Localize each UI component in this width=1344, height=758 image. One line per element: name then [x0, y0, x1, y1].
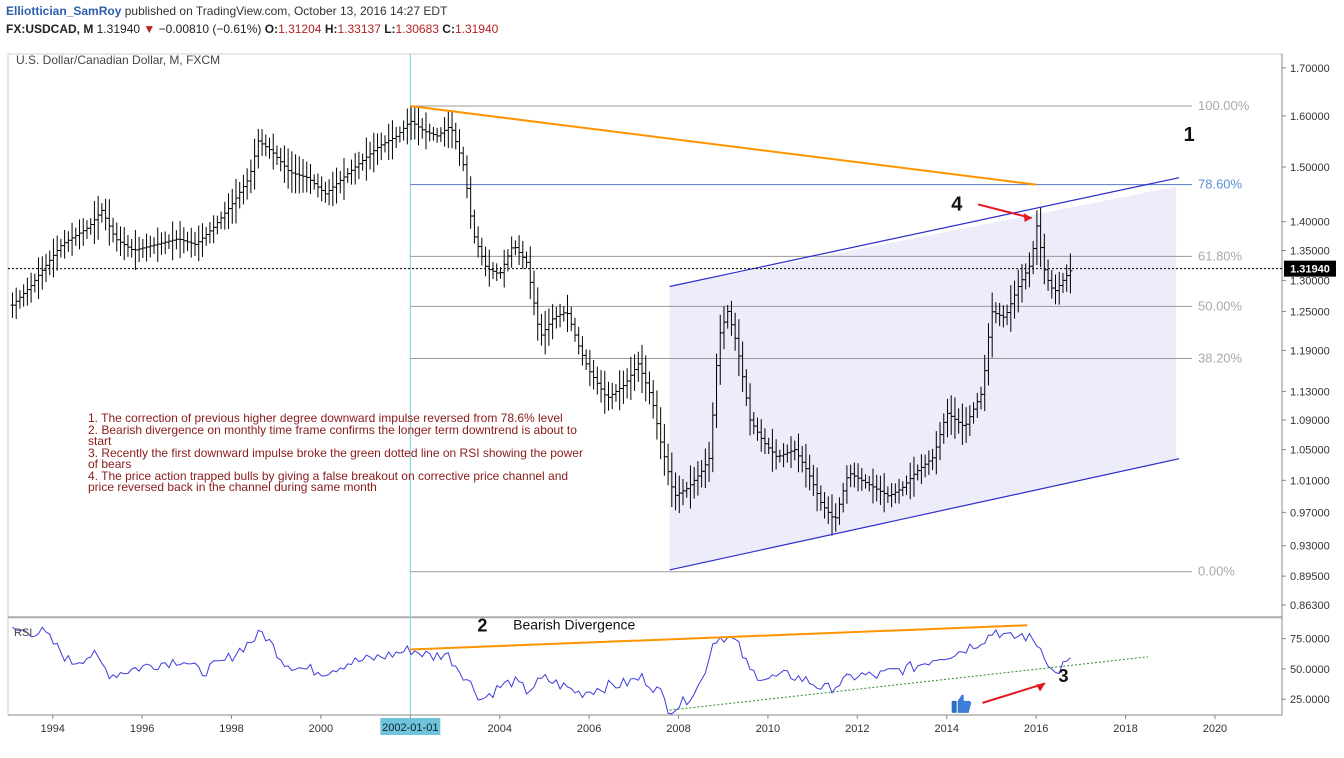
x-tick-label: 2000	[309, 723, 333, 735]
y-tick-label: 1.35000	[1290, 245, 1330, 257]
fib-level-label: 61.80%	[1198, 248, 1243, 263]
down-arrow-icon: ▼	[143, 22, 156, 36]
low-label: L:	[384, 22, 396, 36]
x-tick-label: 2016	[1024, 723, 1048, 735]
high-label: H:	[324, 22, 338, 36]
fib-level-label: 100.00%	[1198, 98, 1250, 113]
rsi-pane-title: RSI	[14, 627, 32, 639]
symbol-label: FX:USDCAD, M	[6, 22, 94, 36]
close-value: 1.31940	[454, 22, 499, 36]
y-tick-label: 0.86300	[1290, 600, 1330, 612]
main-pane-title: U.S. Dollar/Canadian Dollar, M, FXCM	[16, 53, 220, 67]
x-tick-label: 2012	[845, 723, 869, 735]
rsi-annotation: 3	[1058, 666, 1068, 686]
x-tick-label: 2018	[1113, 723, 1137, 735]
publish-line: Elliottician_SamRoy published on Trading…	[6, 4, 447, 18]
rsi-y-tick-label: 25.0000	[1290, 694, 1330, 706]
low-value: 1.30683	[395, 22, 439, 36]
close-label: C:	[442, 22, 455, 36]
fib-level-label: 50.00%	[1198, 298, 1243, 313]
rsi-annotation: Bearish Divergence	[513, 616, 635, 632]
fib-level-label: 78.60%	[1198, 177, 1243, 192]
usdcad-chart[interactable]: 100.00% 78.60% 61.80% 50.00% 38.20% 0.00% 2 Be…	[0, 40, 1344, 758]
fib-level-label: 38.20%	[1198, 350, 1243, 365]
x-tick-label: 2006	[577, 723, 601, 735]
x-tick-label: 1996	[130, 723, 154, 735]
high-value: 1.33137	[337, 22, 381, 36]
y-tick-label: 0.97000	[1290, 507, 1330, 519]
date-badge-label: 2002-01-01	[382, 722, 438, 734]
y-tick-label: 1.19000	[1290, 345, 1330, 357]
published-text: published on TradingView.com, October 13…	[124, 4, 448, 18]
wave-label: 4	[951, 193, 963, 215]
x-tick-label: 2004	[487, 723, 511, 735]
y-tick-label: 1.50000	[1290, 162, 1330, 174]
wave-label: 1	[1184, 124, 1195, 146]
x-tick-label: 1994	[40, 723, 64, 735]
author-link[interactable]: Elliottician_SamRoy	[6, 4, 121, 18]
thumbs-up-icon-cuff	[951, 700, 957, 713]
y-tick-label: 1.25000	[1290, 306, 1330, 318]
x-tick-label: 1998	[219, 723, 243, 735]
y-tick-label: 1.05000	[1290, 445, 1330, 457]
fib-level-label: 0.00%	[1198, 564, 1235, 579]
y-tick-label: 1.30000	[1290, 275, 1330, 287]
rsi-pane	[7, 617, 1283, 716]
x-tick-label: 2014	[934, 723, 958, 735]
y-tick-label: 1.13000	[1290, 386, 1330, 398]
ohlc-line: FX:USDCAD, M 1.31940 ▼ −0.00810 (−0.61%)…	[6, 22, 498, 36]
y-tick-label: 1.70000	[1290, 63, 1330, 75]
y-tick-label: 1.09000	[1290, 415, 1330, 427]
rsi-y-tick-label: 75.0000	[1290, 634, 1330, 646]
x-tick-label: 2010	[756, 723, 780, 735]
y-tick-label: 1.01000	[1290, 475, 1330, 487]
x-tick-label: 2020	[1203, 723, 1227, 735]
y-tick-label: 1.40000	[1290, 217, 1330, 229]
open-value: 1.31204	[278, 22, 322, 36]
last-price: 1.31940	[96, 22, 141, 36]
y-tick-label: 0.93000	[1290, 541, 1330, 553]
price-change: −0.00810 (−0.61%)	[158, 22, 262, 36]
chart-header: Elliottician_SamRoy published on Trading…	[0, 0, 1344, 40]
rsi-annotation: 2	[477, 615, 487, 635]
x-tick-label: 2008	[666, 723, 690, 735]
open-label: O:	[264, 22, 279, 36]
rsi-y-tick-label: 50.0000	[1290, 664, 1330, 676]
y-tick-label: 1.60000	[1290, 111, 1330, 123]
last-price-badge-label: 1.31940	[1290, 264, 1330, 276]
y-tick-label: 0.89500	[1290, 571, 1330, 583]
